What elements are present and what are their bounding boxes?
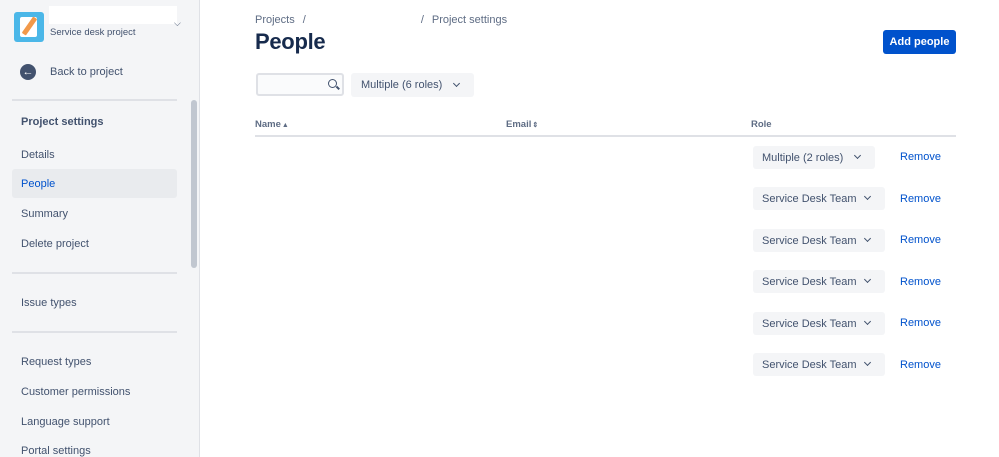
- chevron-down-icon: [863, 275, 872, 284]
- column-header-email[interactable]: Email⇕: [506, 119, 538, 130]
- sidebar-item-delete-project[interactable]: Delete project: [12, 229, 177, 258]
- remove-link[interactable]: Remove: [900, 234, 941, 246]
- role-dropdown[interactable]: Service Desk Team: [753, 353, 885, 376]
- page-title: People: [255, 29, 326, 54]
- sidebar-item-people[interactable]: People: [12, 169, 177, 198]
- sidebar-scrollbar[interactable]: [191, 100, 197, 268]
- search-input[interactable]: [261, 77, 325, 92]
- project-type: Service desk project: [50, 27, 136, 38]
- sidebar-divider: [12, 272, 177, 274]
- back-to-project-link[interactable]: ← Back to project: [20, 62, 123, 82]
- role-filter-value: Multiple (6 roles): [361, 79, 443, 91]
- sidebar-item-details[interactable]: Details: [12, 140, 177, 169]
- project-avatar-icon: [14, 12, 44, 42]
- role-value: Service Desk Team: [762, 234, 857, 247]
- role-filter-dropdown[interactable]: Multiple (6 roles): [351, 73, 474, 97]
- breadcrumb-separator: /: [420, 14, 424, 26]
- breadcrumb-project-redacted[interactable]: [306, 14, 421, 26]
- role-value: Service Desk Team: [762, 275, 857, 288]
- back-to-project-label: Back to project: [50, 66, 123, 78]
- remove-link[interactable]: Remove: [900, 151, 941, 163]
- role-value: Service Desk Team: [762, 192, 857, 205]
- remove-link[interactable]: Remove: [900, 359, 941, 371]
- sidebar-item-customer-permissions[interactable]: Customer permissions: [12, 377, 177, 406]
- sidebar-item-request-types[interactable]: Request types: [12, 347, 177, 376]
- sidebar-divider: [12, 99, 177, 101]
- role-dropdown[interactable]: Service Desk Team: [753, 187, 885, 210]
- remove-link[interactable]: Remove: [900, 193, 941, 205]
- remove-link[interactable]: Remove: [900, 317, 941, 329]
- sidebar-item-language-support[interactable]: Language support: [12, 407, 177, 436]
- remove-link[interactable]: Remove: [900, 276, 941, 288]
- sidebar: Service desk project ⌵ ← Back to project…: [0, 0, 200, 457]
- sidebar-divider: [12, 331, 177, 333]
- chevron-down-icon: [863, 234, 872, 243]
- chevron-down-icon: [863, 192, 872, 201]
- role-dropdown[interactable]: Multiple (2 roles): [753, 146, 875, 169]
- search-field[interactable]: [256, 73, 344, 96]
- role-value: Service Desk Team: [762, 358, 857, 371]
- chevron-down-icon: [863, 317, 872, 326]
- role-value: Multiple (2 roles): [762, 151, 844, 164]
- search-icon: [328, 79, 337, 88]
- project-switcher[interactable]: Service desk project ⌵: [14, 6, 186, 44]
- sidebar-item-issue-types[interactable]: Issue types: [12, 288, 177, 317]
- project-name-redacted: [49, 6, 177, 24]
- table-header-divider: [255, 135, 956, 137]
- chevron-down-icon: [452, 79, 461, 88]
- role-dropdown[interactable]: Service Desk Team: [753, 229, 885, 252]
- sort-icon: ⇕: [532, 122, 539, 129]
- chevron-down-icon: [863, 358, 872, 367]
- sidebar-item-portal-settings[interactable]: Portal settings: [12, 436, 177, 457]
- sidebar-item-summary[interactable]: Summary: [12, 199, 177, 228]
- role-value: Service Desk Team: [762, 317, 857, 330]
- breadcrumb-projects[interactable]: Projects: [255, 14, 295, 26]
- column-header-name[interactable]: Name▲: [255, 119, 289, 130]
- role-dropdown[interactable]: Service Desk Team: [753, 312, 885, 335]
- chevron-down-icon[interactable]: ⌵: [174, 18, 181, 29]
- column-header-role: Role: [751, 119, 772, 130]
- sidebar-section-title: Project settings: [21, 116, 104, 128]
- add-people-button[interactable]: Add people: [883, 30, 956, 54]
- breadcrumb-project-settings[interactable]: Project settings: [432, 14, 507, 26]
- arrow-left-circle-icon: ←: [20, 64, 36, 80]
- sort-ascending-icon: ▲: [281, 122, 289, 129]
- chevron-down-icon: [853, 151, 862, 160]
- role-dropdown[interactable]: Service Desk Team: [753, 270, 885, 293]
- breadcrumb: Projects / / Project settings: [255, 14, 507, 26]
